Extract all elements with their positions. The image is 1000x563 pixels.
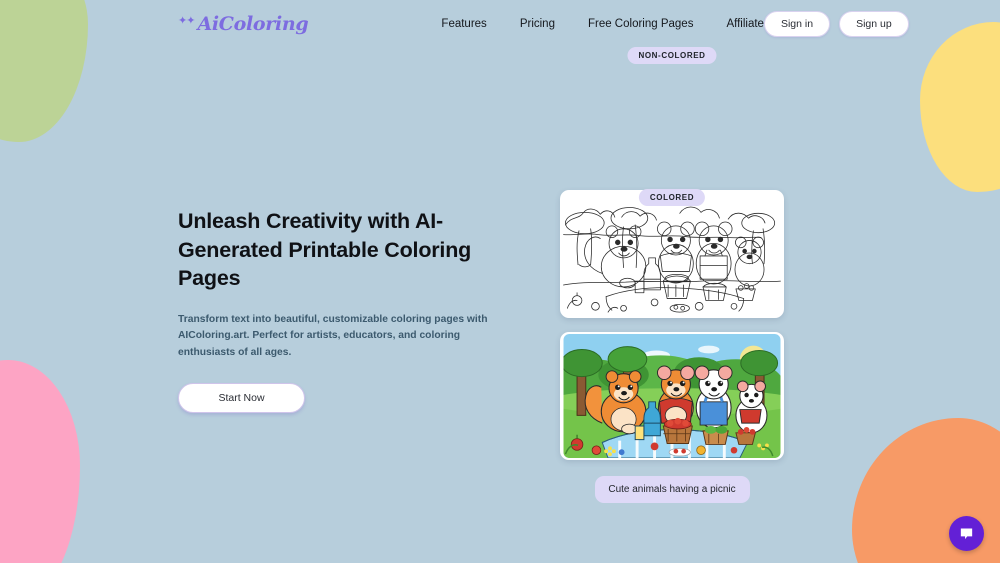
page-title: Unleash Creativity with AI-Generated Pri… [178,209,472,291]
preview-image-colored[interactable] [560,332,784,460]
colored-illustration-icon [563,334,781,458]
sign-in-button[interactable]: Sign in [763,10,831,37]
badge-colored: COLORED [638,189,706,206]
hero-subtitle: Transform text into beautiful, customiza… [178,313,488,359]
line-art-illustration-icon [563,192,781,316]
nav-item-pricing[interactable]: Pricing [520,18,555,30]
prompt-caption: Cute animals having a picnic [594,476,750,503]
logo-text: AiColoring [197,12,309,35]
badge-non-colored: NON-COLORED [627,47,717,64]
hero-preview: NON-COLORED COLORED Cute animals having … [522,47,822,563]
nav-item-features[interactable]: Features [441,18,486,30]
site-header: ✦✦ AiColoring Features Pricing Free Colo… [0,0,1000,47]
nav-item-free-coloring-pages[interactable]: Free Coloring Pages [588,18,693,30]
chat-widget-button[interactable] [949,516,984,551]
logo[interactable]: ✦✦ AiColoring [178,12,309,35]
preview-image-non-colored[interactable] [560,190,784,318]
chat-bubble-icon [960,528,973,540]
nav-item-affiliate[interactable]: Affiliate [726,18,764,30]
sparkles-icon: ✦✦ [178,15,195,27]
hero-section: Unleash Creativity with AI-Generated Pri… [0,47,1000,563]
auth-actions: Sign in Sign up [763,10,909,37]
sign-up-button[interactable]: Sign up [839,10,909,37]
main-navigation: Features Pricing Free Coloring Pages Aff… [441,18,764,30]
start-now-button[interactable]: Start Now [178,382,305,413]
hero-copy: Unleash Creativity with AI-Generated Pri… [178,47,508,563]
